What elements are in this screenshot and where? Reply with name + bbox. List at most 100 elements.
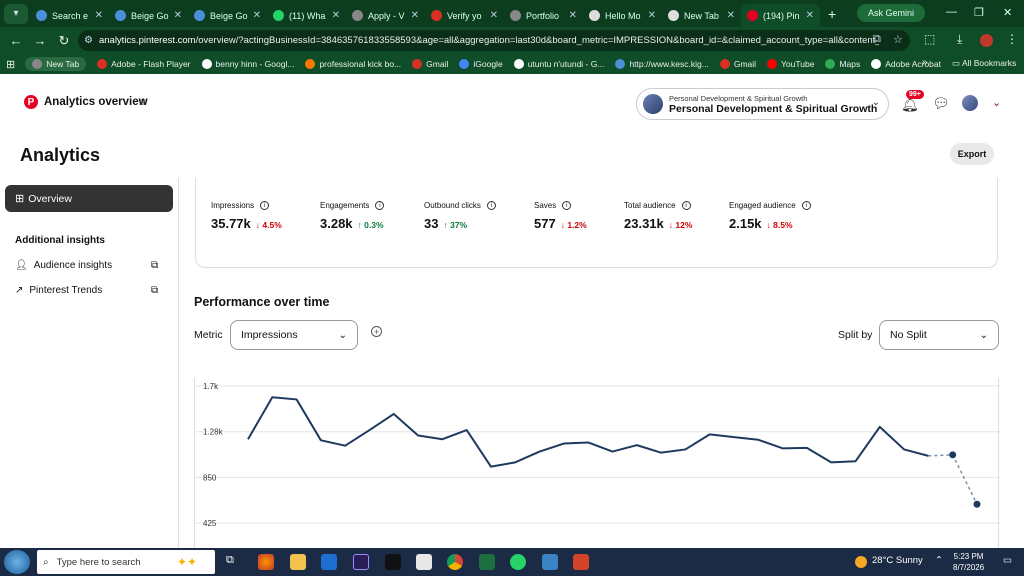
user-avatar[interactable] — [962, 95, 978, 111]
sidebar-item-audience-insights[interactable]: 👤︎ Audience insights ⧉ — [15, 260, 165, 271]
store-icon[interactable] — [416, 554, 432, 570]
bookmark-item[interactable]: Adobe Acrobat — [871, 59, 941, 69]
more-bookmarks-icon[interactable]: » — [922, 57, 928, 68]
data-point[interactable] — [949, 451, 957, 459]
tab-search-icon[interactable]: ▾ — [4, 3, 28, 24]
metric-total-audience[interactable]: Total audience i 23.31k ↓ 12% — [624, 201, 692, 231]
premiere-icon[interactable] — [353, 554, 369, 570]
add-metric-icon[interactable]: + — [371, 326, 382, 337]
browser-tab[interactable]: Portfolio ✕ — [504, 4, 583, 27]
tab-close-icon[interactable]: ✕ — [253, 10, 261, 21]
file-explorer-icon[interactable] — [290, 554, 306, 570]
tab-close-icon[interactable]: ✕ — [727, 10, 735, 21]
data-point[interactable] — [973, 500, 981, 508]
account-switcher[interactable]: Personal Development & Spiritual Growth … — [636, 88, 889, 120]
extensions-icon[interactable]: ⬚ — [924, 32, 935, 46]
task-view-icon[interactable]: ⧉ — [226, 554, 242, 570]
bookmark-item[interactable]: professional kick bo... — [305, 59, 401, 69]
browser-tab[interactable]: Verify yo ✕ — [425, 4, 504, 27]
bookmark-star-icon[interactable]: ☆ — [893, 33, 903, 46]
bookmark-item[interactable]: benny hinn - Googl... — [201, 59, 294, 69]
info-icon[interactable]: i — [260, 201, 270, 210]
tiktok-icon[interactable] — [385, 554, 401, 570]
whatsapp-icon[interactable] — [510, 554, 526, 570]
tab-close-icon[interactable]: ✕ — [490, 10, 498, 21]
browser-tab[interactable]: (194) Pin ✕ — [741, 4, 820, 27]
bookmark-item[interactable]: New Tab — [25, 57, 87, 71]
account-menu-chevron-icon[interactable]: ⌄ — [992, 96, 1001, 109]
all-bookmarks-link[interactable]: ▭ All Bookmarks — [952, 58, 1016, 69]
forward-arrow-icon[interactable]: → — [28, 33, 52, 48]
bookmark-item[interactable]: YouTube — [767, 59, 814, 69]
restore-icon[interactable]: ❐ — [974, 6, 984, 19]
cast-icon[interactable]: ⧉ — [873, 33, 881, 46]
site-info-icon[interactable]: ⚙ — [84, 35, 93, 46]
browser-tab[interactable]: Beige Go ✕ — [109, 4, 188, 27]
sidebar-item-overview[interactable]: ⊞ Overview — [5, 185, 173, 212]
browser-tab[interactable]: (11) Wha ✕ — [267, 4, 346, 27]
messages-icon[interactable]: 💬︎ — [932, 95, 950, 112]
tab-close-icon[interactable]: ✕ — [569, 10, 577, 21]
analytics-overview-title[interactable]: Analytics overview — [44, 96, 148, 108]
tab-close-icon[interactable]: ✕ — [806, 10, 814, 21]
metric-engaged-audience[interactable]: Engaged audience i 2.15k ↓ 8.5% — [729, 201, 811, 231]
browser-tab[interactable]: Beige Go ✕ — [188, 4, 267, 27]
firefox-icon[interactable] — [258, 554, 274, 570]
close-window-icon[interactable]: ✕ — [1003, 6, 1012, 19]
browser-tab[interactable]: New Tab ✕ — [662, 4, 741, 27]
excel-icon[interactable] — [479, 554, 495, 570]
info-icon[interactable]: i — [562, 201, 572, 210]
back-arrow-icon[interactable]: ← — [4, 33, 28, 48]
bookmark-item[interactable]: Maps — [825, 59, 860, 69]
export-button[interactable]: Export — [950, 143, 994, 165]
start-button[interactable] — [4, 550, 30, 574]
tray-chevron-up-icon[interactable]: ⌃ — [935, 555, 943, 566]
pinterest-logo-icon[interactable]: P — [24, 95, 38, 109]
profile-avatar[interactable] — [980, 34, 993, 47]
bookmark-item[interactable]: Gmail — [719, 59, 756, 69]
tab-title: Beige Go — [131, 10, 169, 21]
bookmark-item[interactable]: http://www.kesc.kig... — [615, 59, 709, 69]
tab-close-icon[interactable]: ✕ — [411, 10, 419, 21]
new-tab-plus-icon[interactable]: + — [828, 6, 836, 22]
app-icon[interactable] — [542, 554, 558, 570]
download-icon[interactable]: ⤓ — [957, 32, 962, 47]
address-bar[interactable]: ⚙ analytics.pinterest.com/overview/?acti… — [78, 30, 910, 51]
info-icon[interactable]: i — [801, 201, 811, 210]
taskbar-search-input[interactable]: ⌕ Type here to search ✦✦ — [37, 550, 215, 574]
browser-tab[interactable]: Search e ✕ — [30, 4, 109, 27]
clock[interactable]: 5:23 PM 8/7/2026 — [953, 551, 984, 573]
notifications-icon[interactable]: ▭ — [1003, 555, 1012, 566]
metric-select[interactable]: Impressions ⌄ — [230, 320, 358, 350]
browser-tab[interactable]: Hello Mo ✕ — [583, 4, 662, 27]
bookmark-item[interactable]: iGoogle — [459, 59, 503, 69]
ask-gemini-button[interactable]: Ask Gemini — [857, 4, 925, 22]
sidebar-item-pinterest-trends[interactable]: ↗ Pinterest Trends ⧉ — [15, 285, 165, 296]
bookmark-item[interactable]: Adobe - Flash Player — [97, 59, 191, 69]
tab-close-icon[interactable]: ✕ — [332, 10, 340, 21]
minimize-icon[interactable]: — — [946, 6, 957, 18]
metric-engagements[interactable]: Engagements i 3.28k ↑ 0.3% — [320, 201, 385, 231]
outlook-icon[interactable] — [321, 554, 337, 570]
tab-close-icon[interactable]: ✕ — [174, 10, 182, 21]
chrome-icon[interactable] — [447, 554, 463, 570]
info-icon[interactable]: i — [486, 201, 496, 210]
tab-close-icon[interactable]: ✕ — [648, 10, 656, 21]
split-select[interactable]: No Split ⌄ — [879, 320, 999, 350]
metric-impressions[interactable]: Impressions i 35.77k ↓ 4.5% — [211, 201, 282, 231]
tab-close-icon[interactable]: ✕ — [95, 10, 103, 21]
menu-hamburger-icon[interactable]: ≡ — [139, 95, 146, 109]
bookmark-item[interactable]: utuntu n'utundi - G... — [513, 59, 604, 69]
metric-outbound-clicks[interactable]: Outbound clicks i 33 ↑ 37% — [424, 201, 496, 231]
reload-icon[interactable]: ↻ — [52, 33, 76, 49]
bookmark-item[interactable]: Gmail — [412, 59, 448, 69]
info-icon[interactable]: i — [375, 201, 385, 210]
info-icon[interactable]: i — [681, 201, 691, 210]
metric-saves[interactable]: Saves i 577 ↓ 1.2% — [534, 201, 587, 231]
tab-title: Beige Go — [210, 10, 248, 21]
browser-menu-icon[interactable]: ⋮ — [1006, 32, 1018, 46]
weather-text[interactable]: 28°C Sunny — [872, 555, 923, 566]
app-icon[interactable] — [573, 554, 589, 570]
apps-grid-icon[interactable]: ⊞ — [6, 58, 15, 71]
browser-tab[interactable]: Apply - V ✕ — [346, 4, 425, 27]
